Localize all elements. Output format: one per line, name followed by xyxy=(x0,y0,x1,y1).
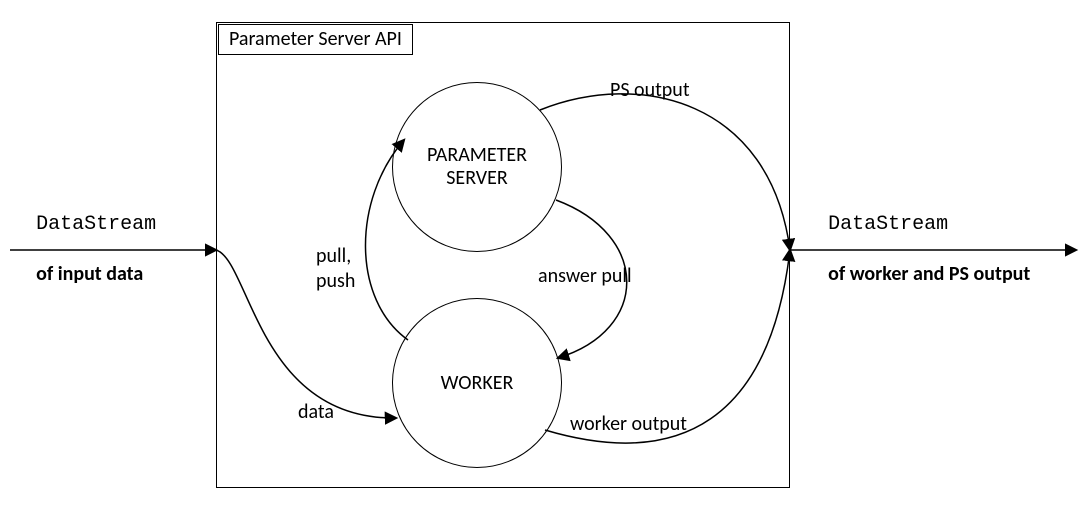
edge-label-worker-output: worker output xyxy=(570,412,687,437)
input-stream-label: DataStream of input data xyxy=(18,186,156,312)
input-stream-bold: of input data xyxy=(36,262,143,286)
output-stream-mono: DataStream xyxy=(828,213,948,236)
api-box-title-text: Parameter Server API xyxy=(229,27,402,51)
edge-label-answer-pull: answer pull xyxy=(538,264,632,289)
output-stream-bold: of worker and PS output xyxy=(828,262,1030,286)
node-worker: WORKER xyxy=(392,298,562,468)
output-stream-label: DataStream of worker and PS output xyxy=(810,186,1030,312)
edge-label-pull-push: pull, push xyxy=(316,244,355,294)
edge-label-data: data xyxy=(298,400,334,425)
api-box-title: Parameter Server API xyxy=(218,24,413,55)
node-parameter-server: PARAMETER SERVER xyxy=(392,82,562,252)
diagram-stage: Parameter Server API PARAMETER SERVER WO… xyxy=(0,0,1086,511)
edge-label-ps-output: PS output xyxy=(610,78,690,103)
node-parameter-server-label: PARAMETER SERVER xyxy=(427,144,527,190)
node-worker-label: WORKER xyxy=(441,372,514,395)
input-stream-mono: DataStream xyxy=(36,213,156,236)
